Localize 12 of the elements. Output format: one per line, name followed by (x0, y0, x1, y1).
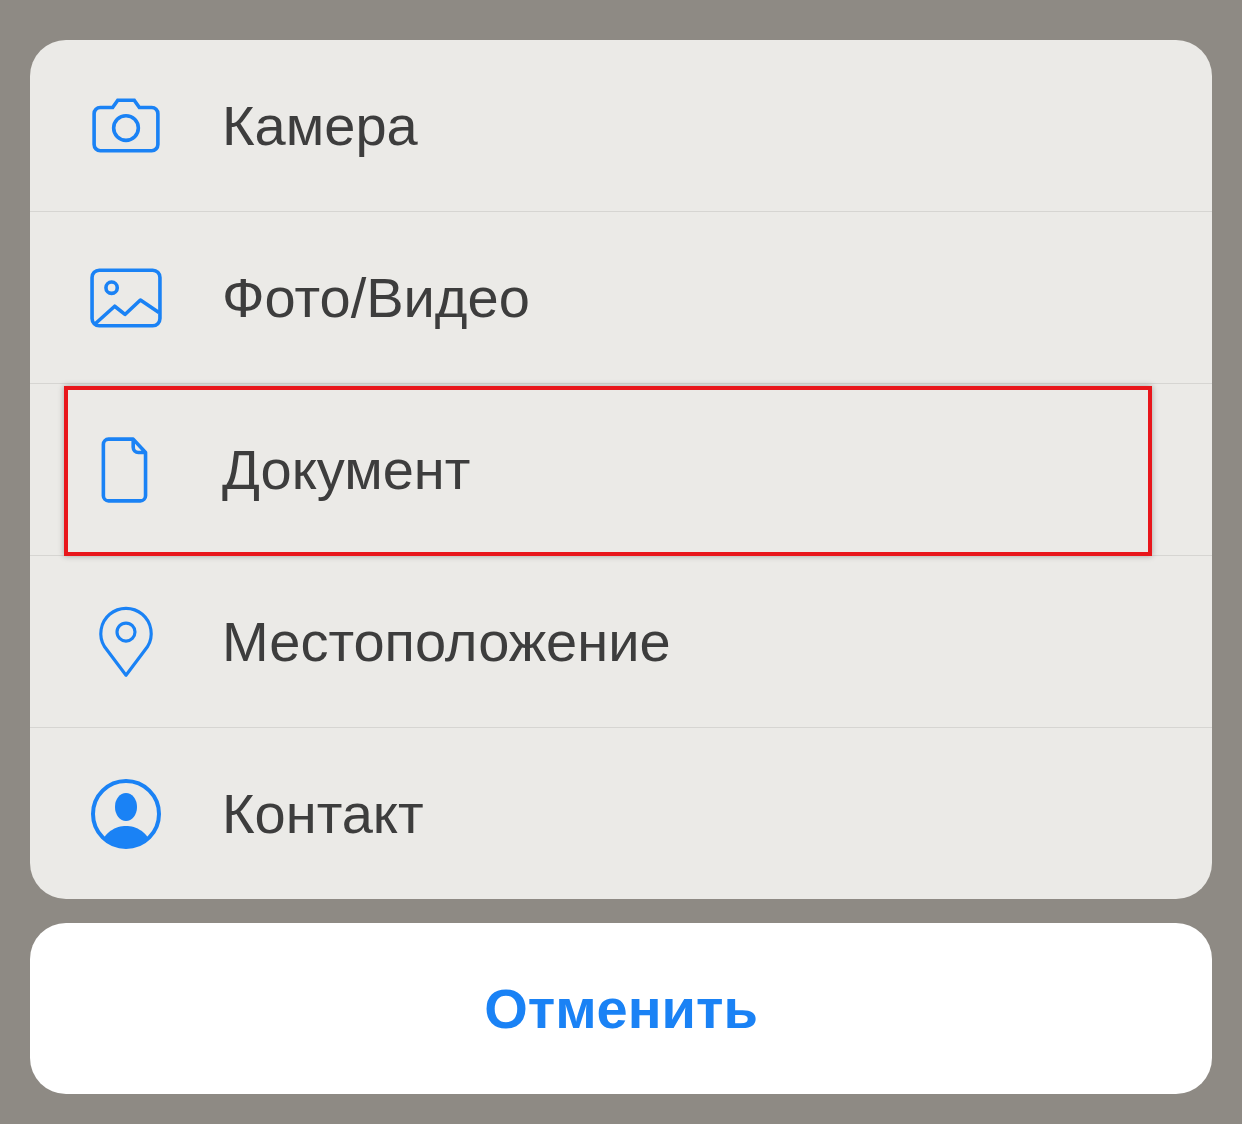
menu-item-label: Камера (222, 93, 418, 158)
menu-item[interactable]: Камера (30, 40, 1212, 211)
menu-item[interactable]: Контакт (30, 727, 1212, 899)
cancel-button[interactable]: Отменить (30, 923, 1212, 1094)
menu-item-label: Фото/Видео (222, 265, 530, 330)
menu-item[interactable]: Фото/Видео (30, 211, 1212, 383)
menu-item-label: Документ (222, 437, 471, 502)
menu-item-label: Местоположение (222, 609, 671, 674)
menu-item[interactable]: Документ (30, 383, 1212, 555)
menu-item[interactable]: Местоположение (30, 555, 1212, 727)
contact-icon (90, 777, 162, 850)
menu-item-label: Контакт (222, 781, 424, 846)
